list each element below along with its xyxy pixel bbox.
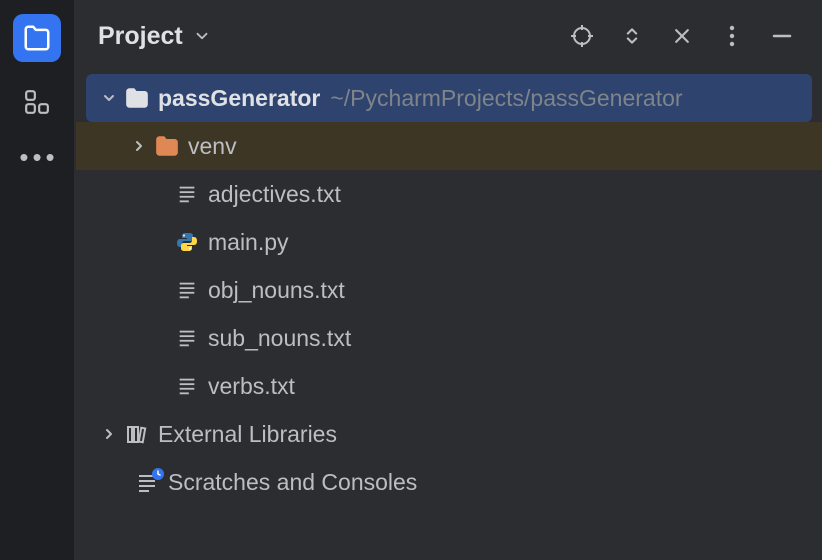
expand-arrow[interactable]	[130, 138, 148, 154]
folder-icon	[124, 85, 150, 111]
scratches-label: Scratches and Consoles	[168, 469, 417, 496]
chevron-down-icon	[101, 90, 117, 106]
close-icon	[672, 26, 692, 46]
text-file-icon	[176, 183, 198, 205]
panel-actions	[570, 24, 800, 48]
chevron-right-icon	[101, 426, 117, 442]
panel-options-button[interactable]	[720, 24, 744, 48]
python-icon	[175, 230, 199, 254]
file-label: obj_nouns.txt	[208, 277, 345, 304]
structure-tool-button[interactable]	[23, 88, 51, 116]
file-label: adjectives.txt	[208, 181, 341, 208]
external-libraries-label: External Libraries	[158, 421, 337, 448]
tree-external-libraries[interactable]: External Libraries	[86, 410, 812, 458]
file-label: sub_nouns.txt	[208, 325, 351, 352]
project-path: ~/PycharmProjects/passGenerator	[330, 85, 682, 112]
view-mode-dropdown[interactable]	[193, 27, 211, 45]
chevron-right-icon	[131, 138, 147, 154]
ellipsis-icon: •••	[19, 142, 58, 172]
left-toolbar: •••	[0, 0, 76, 560]
folder-label: venv	[188, 133, 237, 160]
project-tool-button[interactable]	[13, 14, 61, 62]
expand-collapse-button[interactable]	[620, 24, 644, 48]
expand-arrow[interactable]	[100, 426, 118, 442]
collapse-arrow[interactable]	[100, 90, 118, 106]
project-tree[interactable]: passGenerator ~/PycharmProjects/passGene…	[76, 72, 822, 506]
kebab-icon	[729, 25, 735, 47]
tree-file[interactable]: main.py	[86, 218, 812, 266]
tree-file[interactable]: obj_nouns.txt	[86, 266, 812, 314]
tree-scratches[interactable]: Scratches and Consoles	[86, 458, 812, 506]
file-label: verbs.txt	[208, 373, 295, 400]
panel-header: Project	[76, 0, 822, 72]
text-file-icon	[176, 375, 198, 397]
folder-icon	[154, 133, 180, 159]
select-open-file-button[interactable]	[570, 24, 594, 48]
more-tools-button[interactable]: •••	[15, 142, 58, 173]
panel-title: Project	[98, 22, 183, 51]
tree-file[interactable]: verbs.txt	[86, 362, 812, 410]
library-icon	[125, 422, 149, 446]
project-panel: Project	[76, 0, 822, 560]
structure-icon	[24, 89, 50, 115]
file-label: main.py	[208, 229, 289, 256]
minimize-icon	[770, 24, 794, 48]
minimize-panel-button[interactable]	[770, 24, 794, 48]
tree-root-project[interactable]: passGenerator ~/PycharmProjects/passGene…	[86, 74, 812, 122]
project-name: passGenerator	[158, 85, 320, 112]
tree-folder-venv[interactable]: venv	[76, 122, 822, 170]
tree-file[interactable]: sub_nouns.txt	[86, 314, 812, 362]
expand-collapse-icon	[622, 24, 642, 48]
clock-badge-icon	[152, 468, 164, 480]
hide-panel-button[interactable]	[670, 24, 694, 48]
folder-icon	[22, 23, 52, 53]
chevron-down-icon	[193, 27, 211, 45]
target-icon	[570, 24, 594, 48]
text-file-icon	[176, 279, 198, 301]
tree-file[interactable]: adjectives.txt	[86, 170, 812, 218]
text-file-icon	[176, 327, 198, 349]
